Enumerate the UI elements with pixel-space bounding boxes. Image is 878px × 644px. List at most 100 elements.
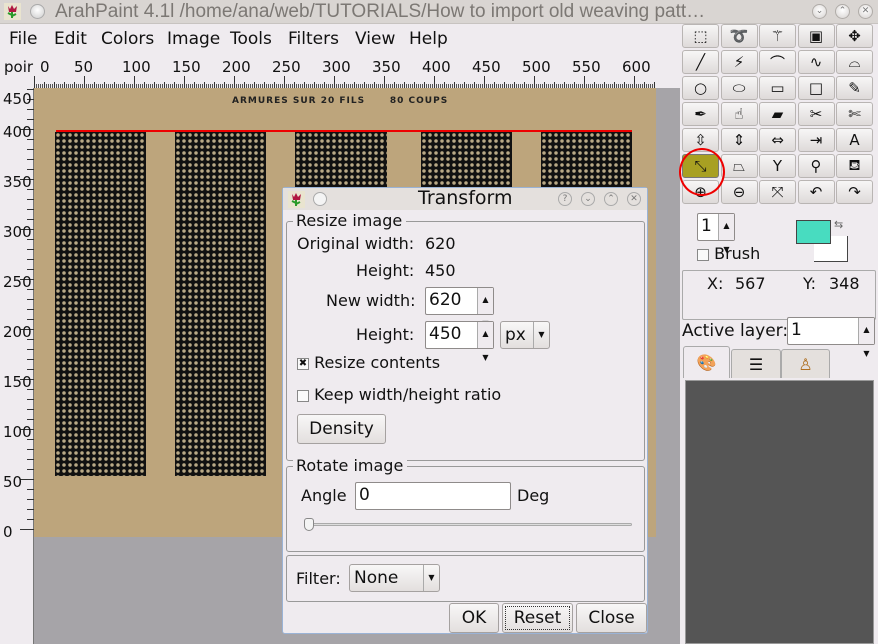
menu-view[interactable]: View (355, 29, 395, 49)
tool-redo[interactable]: ↷ (836, 180, 873, 204)
menu-file[interactable]: File (9, 29, 37, 49)
angle-slider-handle[interactable] (304, 518, 314, 531)
tool-square[interactable]: □ (797, 76, 835, 100)
tool-shrink[interactable]: ⇥ (797, 128, 835, 152)
tool-stretch-vertical[interactable]: ⇕ (720, 128, 758, 152)
brush-checkbox[interactable] (697, 248, 709, 261)
pencil-icon: ✎ (848, 79, 861, 97)
new-width-input[interactable]: 620 ▲▼ (425, 287, 494, 328)
tool-compass[interactable]: ⚲ (797, 154, 835, 178)
rectangle-icon: ▭ (770, 79, 785, 97)
fit-icon: ⤧ (771, 183, 784, 201)
tool-lasso[interactable]: ➰ (720, 24, 758, 48)
y-value: 348 (829, 274, 860, 293)
tool-split[interactable]: Y (759, 154, 796, 178)
tool-fill-bucket[interactable]: ⛾ (836, 154, 873, 178)
spin-arrows[interactable]: ▲▼ (477, 288, 493, 328)
density-button[interactable]: Density (297, 414, 386, 444)
vertical-ruler: 450 400 350 300 250 200 150 100 50 0 (0, 88, 34, 644)
menu-edit[interactable]: Edit (54, 29, 87, 49)
tool-zoom-out[interactable]: ⊖ (720, 180, 758, 204)
keep-ratio-checkbox[interactable] (297, 389, 309, 402)
ruler-tick-label: 450 (472, 58, 501, 76)
menu-colors[interactable]: Colors (101, 29, 154, 49)
resize-contents-checkbox[interactable]: ✖ (297, 357, 309, 370)
tool-color-picker[interactable]: ✒ (682, 102, 719, 126)
tool-stretch-horizontal[interactable]: ⇔ (759, 128, 796, 152)
active-layer-spinner[interactable]: 1 ▲ ▼ (787, 317, 875, 358)
tool-move[interactable]: ✥ (836, 24, 873, 48)
dialog-close-button[interactable]: ✕ (627, 192, 641, 206)
window-title: ArahPaint 4.1l /home/ana/web/TUTORIALS/H… (55, 1, 706, 22)
dialog-maximize-button[interactable]: ⌃ (604, 192, 618, 206)
tab-palette[interactable]: 🎨 (683, 346, 730, 378)
tab-stamp[interactable]: ♙ (781, 349, 830, 378)
menu-tools[interactable]: Tools (230, 29, 272, 49)
circle-icon: ○ (693, 79, 708, 97)
menu-image[interactable]: Image (167, 29, 220, 49)
angle-input[interactable]: 0 (355, 482, 511, 510)
tool-perspective[interactable]: ⏢ (720, 154, 758, 178)
brush-checkbox-row[interactable]: Brush (697, 244, 760, 263)
angle-slider-track[interactable] (305, 523, 632, 526)
weave-pattern (295, 132, 387, 192)
tool-circle[interactable]: ○ (682, 76, 719, 100)
tool-smudge[interactable]: ☝ (720, 102, 758, 126)
tool-line[interactable]: ╱ (682, 50, 719, 74)
ruler-tick-label: 150 (3, 373, 32, 391)
ruler-tick-label: 600 (622, 58, 651, 76)
close-dialog-button[interactable]: Close (576, 603, 647, 633)
ruler-tick-label: 400 (3, 123, 32, 141)
maximize-button[interactable]: ⌃ (835, 4, 850, 19)
reset-button[interactable]: Reset (502, 603, 573, 633)
ruler-tick-label: 350 (372, 58, 401, 76)
spin-arrows[interactable]: ▲▼ (477, 322, 493, 362)
tool-freehand-curve[interactable]: ∿ (797, 50, 835, 74)
tool-fit[interactable]: ⤧ (759, 180, 796, 204)
close-button[interactable]: ✕ (858, 4, 873, 19)
tool-crop[interactable]: ▣ (797, 24, 835, 48)
tool-magic-wand[interactable]: ⚚ (759, 24, 796, 48)
tab-layers[interactable]: ☰ (731, 349, 781, 378)
tool-text[interactable]: A (836, 128, 873, 152)
tool-rectangle[interactable]: ▭ (759, 76, 796, 100)
new-height-input[interactable]: 450 ▲ ▼ (425, 321, 494, 362)
tool-curve[interactable]: ⌒ (759, 50, 796, 74)
keep-ratio-row[interactable]: Keep width/height ratio (297, 385, 501, 404)
swap-colors-icon[interactable]: ⇆ (834, 218, 843, 231)
dialog-menu-button[interactable] (313, 192, 327, 206)
spin-arrows[interactable]: ▲▼ (858, 318, 874, 358)
unit-select[interactable]: px ▼ (500, 321, 550, 349)
tool-polyline[interactable]: ⚡ (720, 50, 758, 74)
menu-filters[interactable]: Filters (288, 29, 339, 49)
brush-size-spinner[interactable]: 1 ▲ ▼ (697, 213, 735, 254)
coordinates-panel: X: 567 Y: 348 (682, 270, 876, 320)
tool-pencil[interactable]: ✎ (836, 76, 873, 100)
tool-eraser[interactable]: ▰ (759, 102, 796, 126)
help-button[interactable]: ? (558, 192, 572, 206)
ruler-tick-label: 250 (272, 58, 301, 76)
tool-rect-select[interactable]: ⬚ (682, 24, 719, 48)
filter-group: Filter: None ▼ (286, 555, 645, 602)
foreground-color-swatch[interactable] (796, 220, 831, 244)
tool-scissors[interactable]: ✄ (836, 102, 873, 126)
tool-cut[interactable]: ✂ (797, 102, 835, 126)
text-icon: A (849, 131, 860, 149)
original-width-value: 620 (425, 234, 456, 253)
window-menu-button[interactable] (30, 4, 45, 19)
ok-button[interactable]: OK (449, 603, 499, 633)
dialog-minimize-button[interactable]: ⌄ (581, 192, 595, 206)
filter-select[interactable]: None ▼ (349, 564, 440, 592)
tool-undo[interactable]: ↶ (797, 180, 835, 204)
tool-bezier[interactable]: ⌓ (836, 50, 873, 74)
eraser-icon: ▰ (771, 105, 784, 123)
filter-label: Filter: (296, 569, 341, 588)
menu-help[interactable]: Help (409, 29, 448, 49)
tool-ellipse[interactable]: ⬭ (720, 76, 758, 100)
spin-arrows[interactable]: ▲▼ (718, 214, 734, 254)
angle-unit-label: Deg (517, 486, 550, 505)
highlight-circle (679, 148, 725, 196)
minimize-button[interactable]: ⌄ (812, 4, 827, 19)
resize-contents-row[interactable]: ✖ Resize contents (297, 353, 440, 372)
guide-line[interactable] (56, 130, 632, 132)
